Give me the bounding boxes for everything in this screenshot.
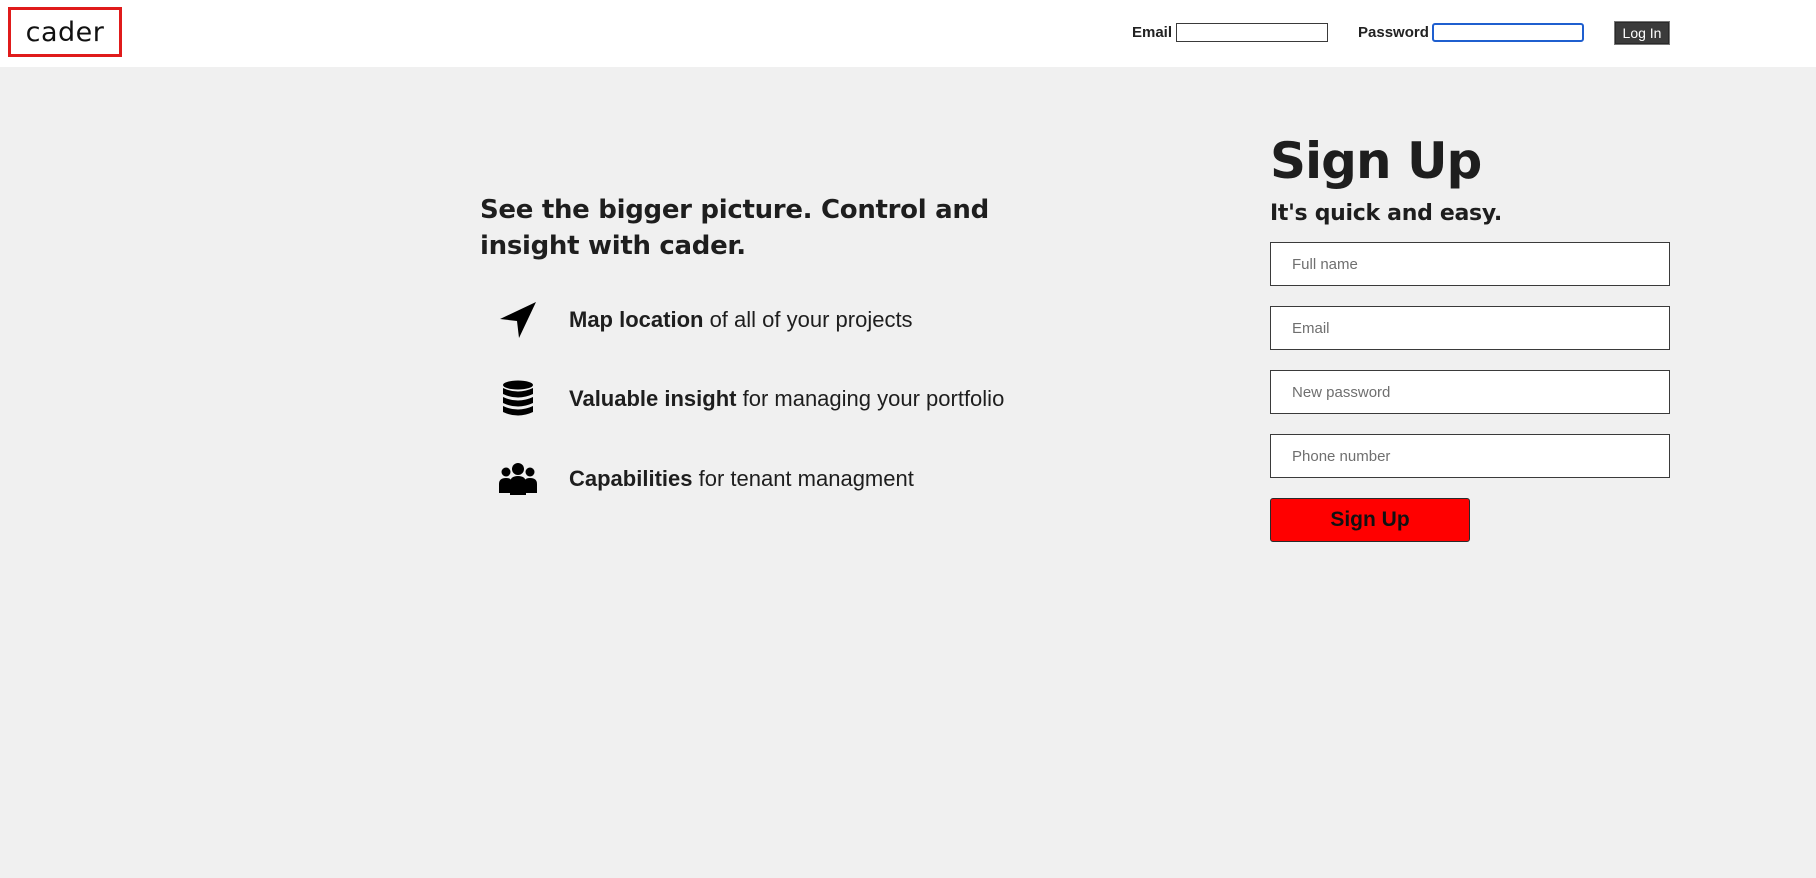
top-header: cader Email Password Log In <box>0 0 1816 67</box>
feature-text: Valuable insight for managing your portf… <box>569 386 1004 412</box>
database-icon <box>496 377 540 421</box>
promo-headline: See the bigger picture. Control and insi… <box>480 195 989 261</box>
feature-map-location: Map location of all of your projects <box>496 298 913 342</box>
feature-bold: Valuable insight <box>569 386 737 411</box>
feature-valuable-insight: Valuable insight for managing your portf… <box>496 377 1004 421</box>
login-email-input[interactable] <box>1176 23 1328 42</box>
signup-button[interactable]: Sign Up <box>1270 498 1470 542</box>
feature-rest: for managing your portfolio <box>736 386 1005 411</box>
phone-number-input[interactable] <box>1270 434 1670 478</box>
login-password-input[interactable] <box>1432 23 1584 42</box>
location-arrow-icon <box>496 298 540 342</box>
users-icon <box>496 457 540 501</box>
feature-bold: Capabilities <box>569 466 693 491</box>
login-password-label: Password <box>1358 24 1429 41</box>
logo[interactable]: cader <box>8 7 122 57</box>
feature-rest: for tenant managment <box>692 466 914 491</box>
feature-rest: of all of your projects <box>703 307 913 332</box>
feature-capabilities: Capabilities for tenant managment <box>496 457 914 501</box>
feature-text: Capabilities for tenant managment <box>569 466 914 492</box>
new-password-input[interactable] <box>1270 370 1670 414</box>
signup-title: Sign Up <box>1270 132 1482 190</box>
login-button[interactable]: Log In <box>1614 21 1670 45</box>
signup-email-input[interactable] <box>1270 306 1670 350</box>
signup-subtitle: It's quick and easy. <box>1270 201 1502 226</box>
logo-text: cader <box>25 16 105 48</box>
full-name-input[interactable] <box>1270 242 1670 286</box>
feature-bold: Map location <box>569 307 704 332</box>
feature-text: Map location of all of your projects <box>569 307 913 333</box>
login-email-label: Email <box>1132 24 1173 41</box>
